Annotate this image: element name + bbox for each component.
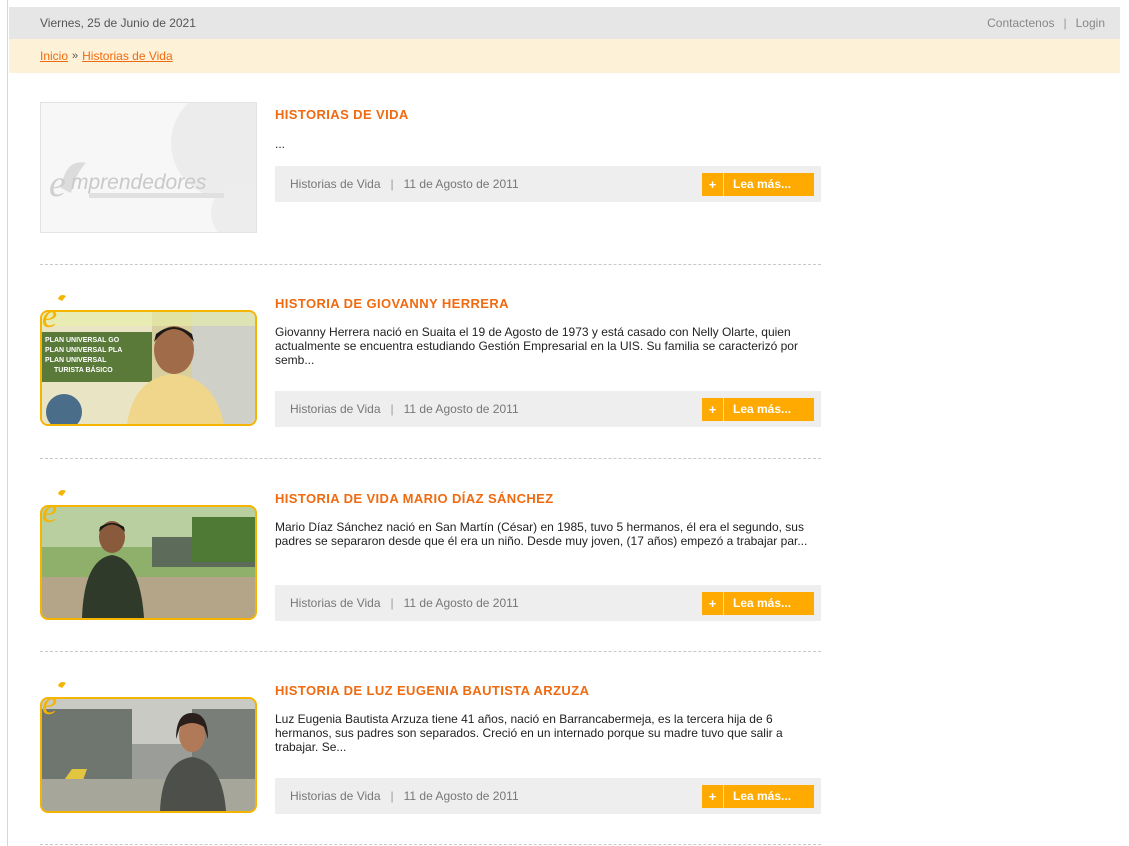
article-category: Historias de Vida [290, 177, 381, 191]
article-summary: ... [275, 137, 286, 151]
article-date: 11 de Agosto de 2011 [403, 177, 519, 191]
svg-text:TURISTA BÁSICO: TURISTA BÁSICO [54, 365, 113, 374]
plus-icon: + [702, 591, 724, 615]
article-summary: Mario Díaz Sánchez nació en San Martín (… [275, 520, 808, 548]
meta-separator: | [390, 596, 394, 610]
article-item: HISTORIA DE LUZ EUGENIA BAUTISTA ARZUZA … [40, 683, 821, 814]
article-item: e mprendedores HISTORIAS DE VIDA ... His… [40, 102, 821, 233]
breadcrumb-arrow: » [72, 50, 79, 62]
svg-text:mprendedores: mprendedores [71, 171, 207, 194]
svg-text:e: e [49, 163, 66, 205]
svg-text:e: e [42, 685, 57, 720]
article-content: HISTORIA DE VIDA MARIO DÍAZ SÁNCHEZ Mari… [275, 491, 821, 621]
breadcrumb-home-link[interactable]: Inicio [40, 49, 68, 63]
contact-link[interactable]: Contactenos [987, 16, 1054, 30]
svg-text:PLAN UNIVERSAL PLA: PLAN UNIVERSAL PLA [45, 347, 122, 354]
article-meta: Historias de Vida | 11 de Agosto de 2011 [290, 596, 519, 610]
read-more-button[interactable]: + Lea más... [702, 784, 814, 808]
article-category: Historias de Vida [290, 789, 381, 803]
article-content: HISTORIA DE GIOVANNY HERRERA Giovanny He… [275, 296, 821, 427]
article-meta-bar: Historias de Vida | 11 de Agosto de 2011 +… [275, 166, 821, 202]
article-category: Historias de Vida [290, 596, 381, 610]
article-meta-bar: Historias de Vida | 11 de Agosto de 2011 +… [275, 391, 821, 427]
svg-text:e: e [42, 298, 57, 333]
article-divider [40, 458, 821, 459]
breadcrumb: Inicio » Historias de Vida [9, 39, 1120, 73]
login-link[interactable]: Login [1076, 16, 1105, 30]
article-divider [40, 264, 821, 265]
svg-text:PLAN UNIVERSAL: PLAN UNIVERSAL [45, 357, 107, 364]
article-meta-bar: Historias de Vida | 11 de Agosto de 2011 +… [275, 778, 821, 814]
read-more-label: Lea más... [733, 596, 792, 610]
article-date: 11 de Agosto de 2011 [403, 596, 519, 610]
article-meta: Historias de Vida | 11 de Agosto de 2011 [290, 789, 519, 803]
read-more-label: Lea más... [733, 177, 792, 191]
article-title[interactable]: HISTORIA DE GIOVANNY HERRERA [275, 296, 821, 312]
top-links: Contactenos | Login [987, 16, 1105, 30]
meta-separator: | [390, 789, 394, 803]
svg-text:e: e [42, 493, 57, 528]
article-summary: Giovanny Herrera nació en Suaita el 19 d… [275, 325, 798, 367]
link-separator: | [1063, 16, 1067, 30]
read-more-button[interactable]: + Lea más... [702, 397, 814, 421]
read-more-button[interactable]: + Lea más... [702, 591, 814, 615]
article-date: 11 de Agosto de 2011 [403, 402, 519, 416]
article-content: HISTORIA DE LUZ EUGENIA BAUTISTA ARZUZA … [275, 683, 821, 814]
meta-separator: | [390, 177, 394, 191]
article-meta-bar: Historias de Vida | 11 de Agosto de 2011 +… [275, 585, 821, 621]
emprendedores-logo-image: e mprendedores [41, 103, 256, 232]
article-title[interactable]: HISTORIAS DE VIDA [275, 107, 821, 123]
article-summary: Luz Eugenia Bautista Arzuza tiene 41 año… [275, 712, 783, 754]
article-category: Historias de Vida [290, 402, 381, 416]
article-title[interactable]: HISTORIA DE LUZ EUGENIA BAUTISTA ARZUZA [275, 683, 821, 699]
emprendedores-e-icon: e [42, 295, 66, 333]
breadcrumb-current-link[interactable]: Historias de Vida [82, 49, 173, 63]
left-border [0, 0, 8, 846]
emprendedores-e-icon: e [42, 682, 66, 720]
read-more-button[interactable]: + Lea más... [702, 172, 814, 196]
article-content: HISTORIAS DE VIDA ... Historias de Vida |… [275, 102, 821, 202]
article-meta: Historias de Vida | 11 de Agosto de 2011 [290, 402, 519, 416]
article-divider [40, 651, 821, 652]
article-item: HISTORIA DE VIDA MARIO DÍAZ SÁNCHEZ Mari… [40, 491, 821, 621]
article-meta: Historias de Vida | 11 de Agosto de 2011 [290, 177, 519, 191]
emprendedores-e-icon: e [42, 490, 66, 528]
svg-text:PLAN UNIVERSAL GO: PLAN UNIVERSAL GO [45, 337, 120, 344]
read-more-label: Lea más... [733, 789, 792, 803]
top-bar: Viernes, 25 de Junio de 2021 Contactenos… [9, 7, 1120, 39]
plus-icon: + [702, 784, 724, 808]
plus-icon: + [702, 397, 724, 421]
article-item: PLAN UNIVERSAL GO PLAN UNIVERSAL PLA PLA… [40, 296, 821, 427]
article-divider [40, 844, 821, 845]
meta-separator: | [390, 402, 394, 416]
article-thumbnail[interactable]: e mprendedores [40, 102, 257, 233]
plus-icon: + [702, 172, 724, 196]
read-more-label: Lea más... [733, 402, 792, 416]
article-date: 11 de Agosto de 2011 [403, 789, 519, 803]
current-date: Viernes, 25 de Junio de 2021 [40, 16, 196, 30]
article-title[interactable]: HISTORIA DE VIDA MARIO DÍAZ SÁNCHEZ [275, 491, 821, 507]
